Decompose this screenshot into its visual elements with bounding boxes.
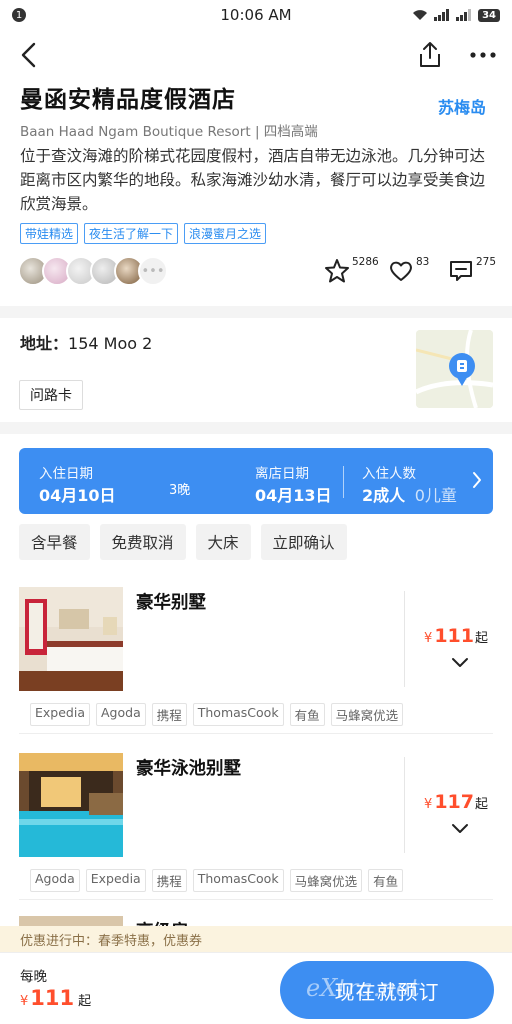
back-arrow-icon[interactable] <box>14 40 44 70</box>
room-separator <box>19 733 493 734</box>
source-tag[interactable]: 马蜂窝优选 <box>330 703 404 726</box>
hotel-description: 位于查汶海滩的阶梯式花园度假村，酒店自带无边泳池。几分钟可达距离市区内繁华的地段… <box>20 147 486 213</box>
guests-value[interactable]: 2成人 0儿童 <box>362 482 457 506</box>
promo-banner[interactable]: 优惠进行中：春季特惠，优惠券 <box>0 926 512 952</box>
hotel-english-name: Baan Haad Ngam Boutique Resort | 四档高端 <box>20 124 318 140</box>
avatar-list[interactable]: ••• <box>18 256 168 286</box>
comment-count: 275 <box>476 256 497 268</box>
favorite-count: 5286 <box>352 256 379 268</box>
route-card-button[interactable]: 问路卡 <box>19 380 83 410</box>
section-divider <box>0 306 512 318</box>
filter-breakfast[interactable]: 含早餐 <box>19 524 90 560</box>
price-currency: ¥ <box>424 631 433 646</box>
price-currency: ¥ <box>20 994 29 1009</box>
room-divider <box>404 757 405 853</box>
guests-label: 入住人数 <box>362 466 416 482</box>
source-tag[interactable]: 有鱼 <box>289 703 325 726</box>
source-tag[interactable]: ThomasCook <box>192 869 284 892</box>
nav-bar <box>0 36 512 76</box>
wifi-icon <box>413 10 428 20</box>
section-divider <box>0 422 512 434</box>
battery-indicator: 34 <box>478 8 500 22</box>
children-count: 0儿童 <box>414 486 457 505</box>
map-thumbnail[interactable] <box>416 330 493 408</box>
room-filters: 含早餐 免费取消 大床 立即确认 <box>19 524 347 560</box>
source-tag[interactable]: 马蜂窝优选 <box>289 869 363 892</box>
signal-icon-2 <box>456 9 472 21</box>
source-tag[interactable]: 携程 <box>151 869 187 892</box>
hotel-city-link[interactable]: 苏梅岛 <box>438 94 486 118</box>
source-tag[interactable]: Expedia <box>30 703 90 726</box>
room-price: ¥ 111 起 <box>424 625 488 647</box>
price-suffix: 起 <box>78 994 92 1009</box>
hotel-tag[interactable]: 带娃精选 <box>20 223 79 244</box>
map-graphic <box>416 330 493 408</box>
nights-count: 3晚 <box>169 483 191 498</box>
comment-stat[interactable]: 275 <box>448 256 497 284</box>
source-tag[interactable]: Agoda <box>96 703 146 726</box>
source-tag[interactable]: 携程 <box>151 703 187 726</box>
like-count: 83 <box>416 256 430 268</box>
checkin-date[interactable]: 04月10日 <box>39 482 116 506</box>
adults-count: 2成人 <box>362 486 406 505</box>
source-tag[interactable]: ThomasCook <box>192 703 284 726</box>
heart-icon <box>390 261 412 281</box>
source-tag[interactable]: 有鱼 <box>368 869 404 892</box>
price-suffix: 起 <box>474 631 488 646</box>
source-tag[interactable]: Agoda <box>30 869 80 892</box>
booking-separator <box>343 466 344 498</box>
more-icon[interactable] <box>466 40 500 70</box>
chevron-down-icon[interactable] <box>450 821 470 835</box>
book-now-button[interactable]: 现在就预订 <box>280 961 494 1019</box>
like-stat[interactable]: 83 <box>388 256 430 284</box>
room-name: 豪华别墅 <box>136 593 206 613</box>
room-separator <box>19 899 493 900</box>
booking-sources: Agoda Expedia 携程 ThomasCook 马蜂窝优选 有鱼 <box>30 869 404 892</box>
room-price: ¥ 117 起 <box>424 791 488 813</box>
checkout-label: 离店日期 <box>255 466 309 482</box>
checkout-date[interactable]: 04月13日 <box>255 482 332 506</box>
status-bar: 1 10:06 AM 34 <box>0 0 512 30</box>
room-photo <box>19 587 123 691</box>
hotel-tag[interactable]: 夜生活了解一下 <box>84 223 179 244</box>
filter-big-bed[interactable]: 大床 <box>195 524 251 560</box>
source-tag[interactable]: Expedia <box>85 869 146 892</box>
checkin-label: 入住日期 <box>39 466 93 482</box>
signal-icon <box>434 9 450 21</box>
address-label: 地址： <box>20 334 69 353</box>
filter-instant-confirm[interactable]: 立即确认 <box>260 524 347 560</box>
star-icon <box>325 259 349 283</box>
hotel-name: 曼函安精品度假酒店 <box>20 87 236 113</box>
booking-sources: Expedia Agoda 携程 ThomasCook 有鱼 马蜂窝优选 <box>30 703 404 726</box>
hotel-tags: 带娃精选 夜生活了解一下 浪漫蜜月之选 <box>20 223 267 244</box>
address: 地址：154 Moo 2 <box>20 330 152 354</box>
more-avatars-icon[interactable]: ••• <box>138 256 168 286</box>
room-photo <box>19 916 123 926</box>
room-photo <box>19 753 123 857</box>
filter-free-cancel[interactable]: 免费取消 <box>99 524 186 560</box>
address-value: 154 Moo 2 <box>68 334 153 353</box>
favorite-stat[interactable]: 5286 <box>324 256 379 284</box>
bottom-bar: 每晚 ¥ 111 起 现在就预订 <box>0 952 512 1024</box>
social-row: ••• 5286 83 275 <box>18 256 497 290</box>
bottom-price: ¥ 111 起 <box>20 986 91 1010</box>
hotel-tag[interactable]: 浪漫蜜月之选 <box>184 223 267 244</box>
share-icon[interactable] <box>416 40 444 70</box>
price-value: 117 <box>434 791 474 813</box>
price-value: 111 <box>30 986 75 1010</box>
chevron-right-icon[interactable] <box>471 470 483 490</box>
comment-icon <box>450 261 472 281</box>
chevron-down-icon[interactable] <box>450 655 470 669</box>
notification-badge: 1 <box>12 8 26 22</box>
price-value: 111 <box>434 625 474 647</box>
per-night-label: 每晚 <box>20 969 47 985</box>
room-divider <box>404 591 405 687</box>
booking-date-bar[interactable]: 入住日期 04月10日 3晚 离店日期 04月13日 入住人数 2成人 0儿童 <box>19 448 493 514</box>
price-currency: ¥ <box>424 797 433 812</box>
room-name: 豪华泳池别墅 <box>136 759 241 779</box>
hotel-header: 曼函安精品度假酒店 Baan Haad Ngam Boutique Resort… <box>20 80 492 140</box>
price-suffix: 起 <box>474 797 488 812</box>
